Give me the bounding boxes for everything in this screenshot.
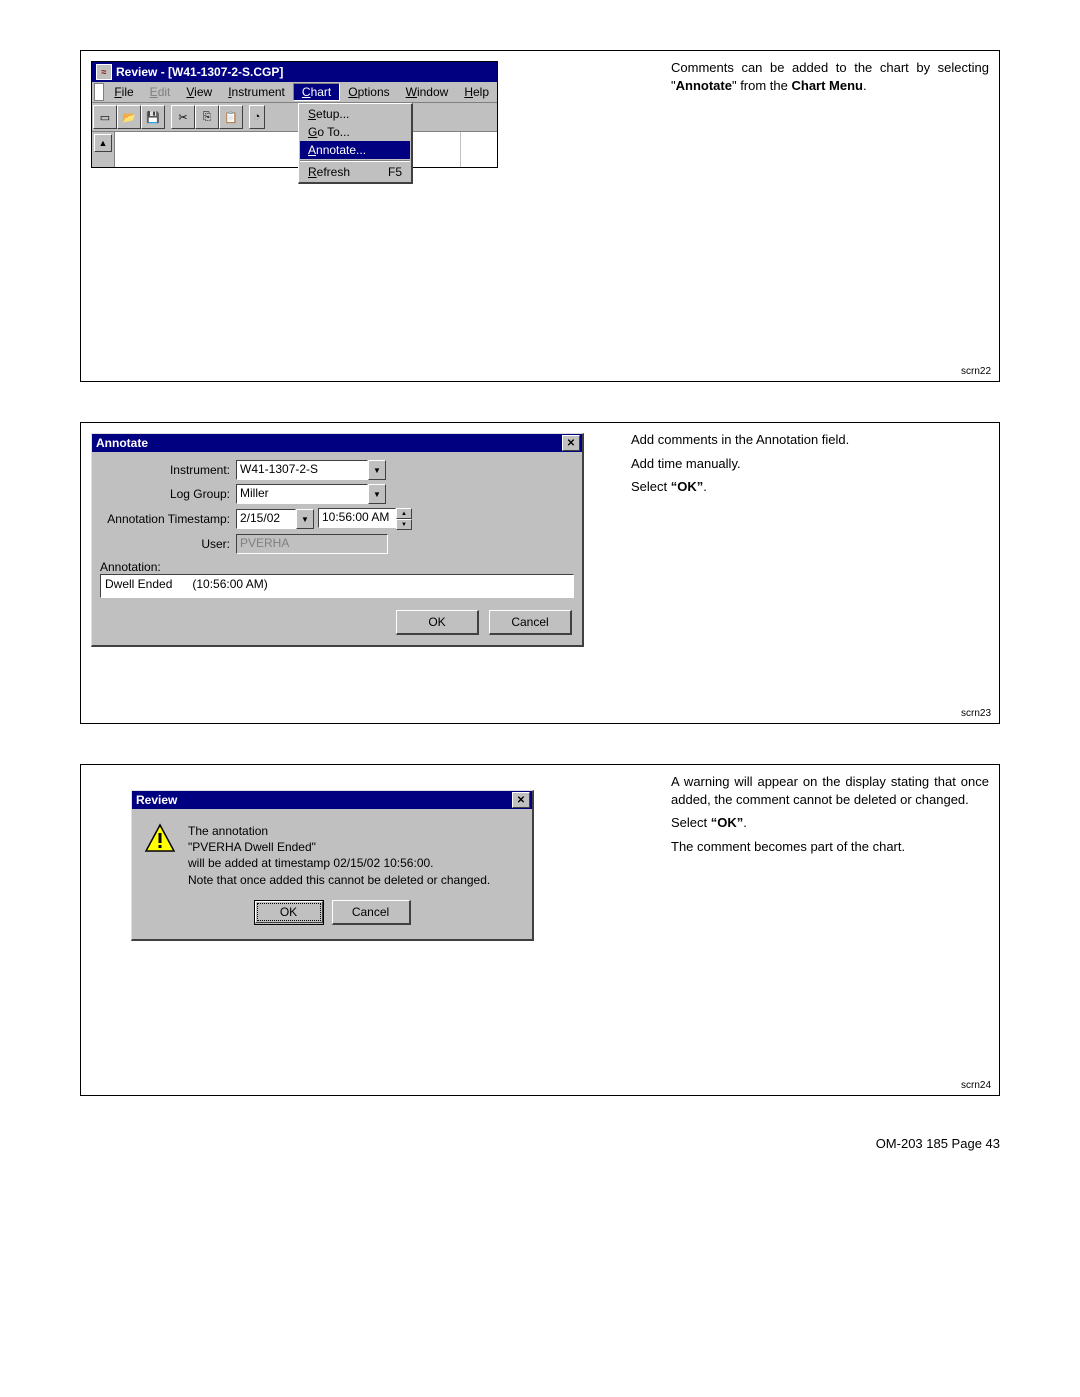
doc-icon (94, 83, 104, 101)
scrn-label-3: scrn24 (961, 1080, 991, 1091)
loggroup-value: Miller (236, 484, 368, 504)
save-button-icon[interactable]: 💾 (141, 105, 165, 129)
paste-button-icon[interactable]: 📋 (219, 105, 243, 129)
label-timestamp: Annotation Timestamp: (100, 512, 236, 526)
menu-file[interactable]: File (106, 84, 141, 100)
annotate-dialog: Annotate ✕ Instrument: W41-1307-2-S ▼ Lo… (91, 433, 584, 647)
review-warning-dialog: Review ✕ The annotation "PVERHA Dwell En… (131, 790, 534, 941)
label-loggroup: Log Group: (100, 487, 236, 501)
chevron-down-icon[interactable]: ▼ (368, 484, 386, 504)
copy-button-icon[interactable]: ⎘ (195, 105, 219, 129)
cancel-button[interactable]: Cancel (332, 900, 411, 925)
open-button-icon[interactable]: 📂 (117, 105, 141, 129)
close-icon[interactable]: ✕ (512, 792, 530, 808)
review-window: ≈ Review - [W41-1307-2-S.CGP] File Edit … (91, 61, 498, 168)
cancel-button[interactable]: Cancel (489, 610, 572, 635)
menu-view[interactable]: View (178, 84, 220, 100)
menu-chart[interactable]: Chart (293, 83, 340, 101)
window-title: Review - [W41-1307-2-S.CGP] (116, 65, 283, 79)
dropdown-annotate[interactable]: Annotate... (300, 141, 410, 159)
page-footer: OM-203 185 Page 43 (80, 1136, 1000, 1151)
titlebar: ≈ Review - [W41-1307-2-S.CGP] (92, 62, 497, 82)
label-instrument: Instrument: (100, 463, 236, 477)
close-icon[interactable]: ✕ (562, 435, 580, 451)
annotation-time: (10:56:00 AM) (192, 577, 267, 595)
menu-edit[interactable]: Edit (142, 84, 179, 100)
instrument-value: W41-1307-2-S (236, 460, 368, 480)
time-value: 10:56:00 AM (318, 508, 396, 528)
annotation-text: Dwell Ended (105, 577, 172, 595)
chevron-down-icon[interactable]: ▼ (296, 509, 314, 529)
cut-button-icon[interactable]: ✂ (171, 105, 195, 129)
ok-button[interactable]: OK (254, 900, 324, 925)
toolbar: ▭ 📂 💾 ✂ ⎘ 📋 ◔ (92, 103, 497, 132)
user-value: PVERHA (236, 534, 388, 554)
dropdown-goto[interactable]: Go To... (300, 123, 410, 141)
shortcut-label: F5 (388, 165, 402, 179)
dropdown-refresh[interactable]: Refresh F5 (300, 163, 410, 181)
dialog-title-text: Review (136, 793, 177, 807)
spinner-up-icon[interactable]: ▲ (396, 508, 412, 519)
annotation-input[interactable]: Dwell Ended (10:56:00 AM) (100, 574, 574, 598)
time-spinner[interactable]: 10:56:00 AM ▲ ▼ (318, 508, 412, 530)
caption-3: A warning will appear on the display sta… (651, 765, 999, 1095)
menu-help[interactable]: Help (456, 84, 497, 100)
ok-button[interactable]: OK (396, 610, 479, 635)
scrn-label-2: scrn23 (961, 708, 991, 719)
caption-2: Add comments in the Annotation field. Ad… (611, 423, 999, 723)
panel-chart-menu: ≈ Review - [W41-1307-2-S.CGP] File Edit … (80, 50, 1000, 382)
chart-dropdown: Setup... Go To... Annotate... Refresh F5 (298, 103, 413, 184)
panel-annotate-dialog: Annotate ✕ Instrument: W41-1307-2-S ▼ Lo… (80, 422, 1000, 724)
dialog-titlebar: Review ✕ (132, 791, 532, 809)
menu-window[interactable]: Window (398, 84, 457, 100)
scrn-label-1: scrn22 (961, 366, 991, 377)
menubar: File Edit View Instrument Chart Options … (92, 82, 497, 103)
dropdown-setup[interactable]: Setup... (300, 105, 410, 123)
spinner-down-icon[interactable]: ▼ (396, 519, 412, 530)
menu-instrument[interactable]: Instrument (220, 84, 293, 100)
label-annotation: Annotation: (92, 556, 582, 574)
date-combo[interactable]: 2/15/02 ▼ (236, 509, 314, 529)
scroll-up-icon[interactable]: ▲ (94, 134, 112, 152)
clock-button-icon[interactable]: ◔ (249, 105, 265, 129)
dialog-titlebar: Annotate ✕ (92, 434, 582, 452)
label-user: User: (100, 537, 236, 551)
loggroup-combo[interactable]: Miller ▼ (236, 484, 386, 504)
menu-options[interactable]: Options (340, 84, 397, 100)
warning-icon (144, 823, 176, 855)
panel-warning-dialog: Review ✕ The annotation "PVERHA Dwell En… (80, 764, 1000, 1096)
date-value: 2/15/02 (236, 509, 296, 529)
instrument-combo[interactable]: W41-1307-2-S ▼ (236, 460, 386, 480)
caption-1: Comments can be added to the chart by se… (651, 51, 999, 381)
chart-area: ▲ (92, 132, 497, 167)
chevron-down-icon[interactable]: ▼ (368, 460, 386, 480)
app-icon: ≈ (96, 64, 112, 80)
dialog-title-text: Annotate (96, 436, 148, 450)
warning-text: The annotation "PVERHA Dwell Ended" will… (188, 823, 490, 888)
new-button-icon[interactable]: ▭ (93, 105, 117, 129)
